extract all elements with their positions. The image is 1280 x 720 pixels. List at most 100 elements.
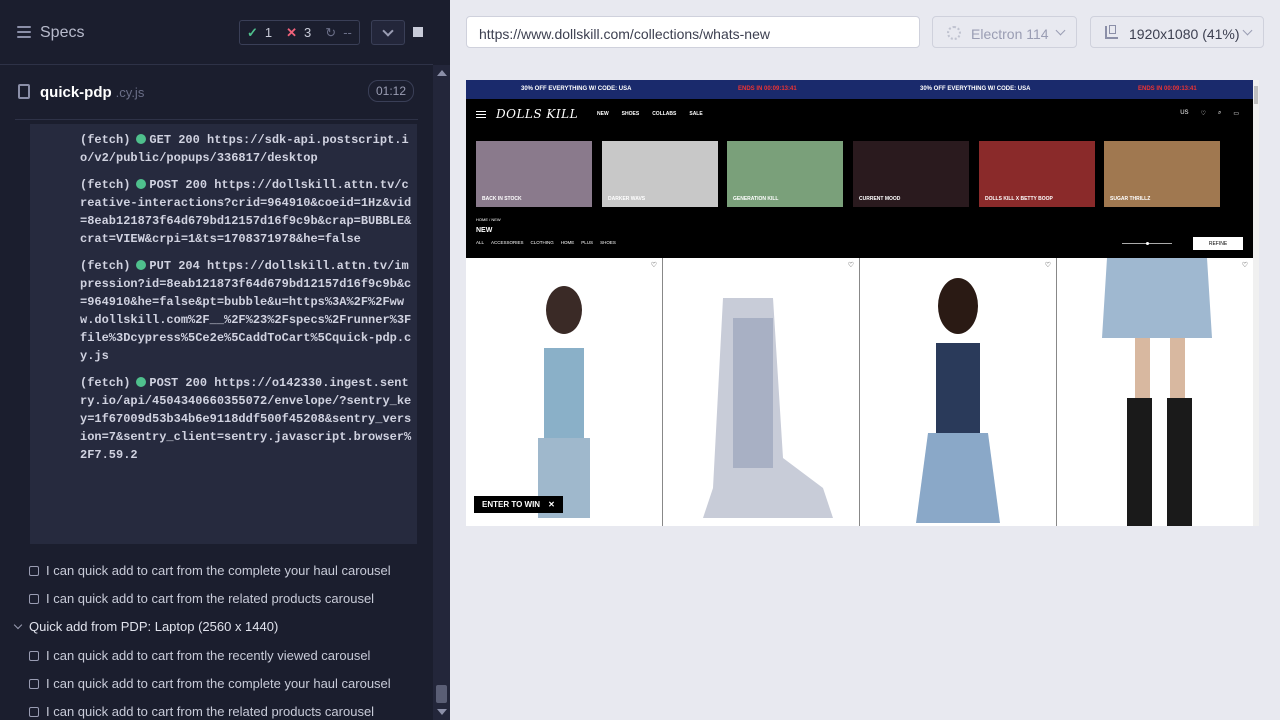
product-card[interactable]: ♡ ENTER TO WIN ✕ [466,258,663,526]
product-card[interactable]: ♡ [663,258,860,526]
category-tile[interactable]: DARKER WAVS [602,141,718,207]
log-entry[interactable]: (fetch) POST 200 https://o142330.ingest.s… [80,374,412,464]
status-dot-icon [136,134,147,144]
scroll-down-icon[interactable] [437,709,447,715]
filter-home[interactable]: HOME [561,240,575,245]
frame-scrollbar[interactable] [1253,80,1259,526]
failed-stat: ✕ 3 [279,25,318,41]
test-item[interactable]: I can quick add to cart from the complet… [29,676,391,691]
aut-panel: https://www.dollskill.com/collections/wh… [450,0,1280,720]
failed-count: 3 [304,25,312,40]
collapse-button[interactable] [371,20,405,45]
viewport-selector[interactable]: 1920x1080 (41%) [1090,16,1264,48]
suite-title: Quick add from PDP: Laptop (2560 x 1440) [29,619,279,634]
nav-links: NEW SHOES COLLABS SALE [597,111,703,117]
specs-header: Specs ✓ 1 ✕ 3 ↻ -- [0,0,433,65]
page-title: NEW [476,227,493,234]
status-dot-icon [136,260,147,270]
product-image [703,298,833,518]
check-icon: ✓ [247,24,258,40]
chevron-down-icon [382,25,394,37]
test-item[interactable]: I can quick add to cart from the recentl… [29,648,370,663]
scroll-up-icon[interactable] [437,70,447,76]
promo-timer: ENDS IN 00:09:13:41 [1138,86,1197,92]
test-label: I can quick add to cart from the related… [46,704,375,719]
x-icon: ✕ [286,24,298,40]
search-icon[interactable]: ⌕ [1218,110,1221,117]
filter-all[interactable]: ALL [476,240,484,245]
refine-button[interactable]: REFINE [1193,237,1243,250]
heart-icon[interactable]: ♡ [1242,261,1248,269]
category-tile[interactable]: GENERATION KILL [727,141,843,207]
promo-text: 30% OFF EVERYTHING W/ CODE: USA [920,86,1031,92]
scroll-thumb[interactable] [436,685,447,703]
test-label: I can quick add to cart from the recentl… [46,648,371,663]
product-card[interactable]: ♡ [1057,258,1253,526]
nav-icons: US ♡ ⌕ ▭ [1180,110,1239,117]
log-entry[interactable]: (fetch) POST 200 https://dollskill.attn.t… [80,176,412,248]
pending-checkbox-icon [29,678,39,689]
nav-link-collabs[interactable]: COLLABS [652,111,676,117]
heart-icon[interactable]: ♡ [1045,261,1051,269]
promo-banner[interactable]: 30% OFF EVERYTHING W/ CODE: USA ENDS IN … [466,80,1253,99]
product-card[interactable]: ♡ [860,258,1057,526]
category-tile[interactable]: BACK IN STOCK [476,141,592,207]
product-grid: ♡ ENTER TO WIN ✕ ♡ ♡ ♡ [466,258,1253,526]
category-tile[interactable]: SUGAR THRILLZ [1104,141,1220,207]
browser-selector[interactable]: Electron 114 [932,16,1077,48]
chevron-down-icon [1242,25,1253,36]
specs-list-icon[interactable] [17,26,31,38]
nav-link-shoes[interactable]: SHOES [622,111,640,117]
pending-checkbox-icon [29,650,39,661]
cart-icon[interactable]: ▭ [1233,110,1239,117]
chevron-down-icon [1055,25,1066,36]
breadcrumb[interactable]: HOME / NEW [476,217,501,222]
nav-link-sale[interactable]: SALE [689,111,702,117]
filter-tabs: ALL ACCESSORIES CLOTHING HOME PLUS SHOES [476,240,616,245]
log-entry[interactable]: (fetch) GET 200 https://sdk-api.postscrip… [80,131,412,167]
enter-to-win-button[interactable]: ENTER TO WIN ✕ [474,496,563,513]
heart-icon[interactable]: ♡ [848,261,854,269]
category-tile[interactable]: DOLLS KILL X BETTY BOOP [979,141,1095,207]
spec-file-header: quick-pdp .cy.js 01:12 [15,76,418,120]
heart-icon[interactable]: ♡ [651,261,657,269]
spec-file-ext: .cy.js [115,85,145,100]
app-under-test-frame: 30% OFF EVERYTHING W/ CODE: USA ENDS IN … [466,80,1259,526]
status-dot-icon [136,179,147,189]
filter-clothing[interactable]: CLOTHING [531,240,554,245]
nav-link-new[interactable]: NEW [597,111,609,117]
site-logo[interactable]: DOLLS KILL [496,107,578,121]
test-stats: ✓ 1 ✕ 3 ↻ -- [239,20,360,45]
pending-count: -- [343,25,352,40]
stop-button[interactable] [401,20,433,45]
grid-size-slider[interactable] [1122,242,1172,245]
suite-header[interactable]: Quick add from PDP: Laptop (2560 x 1440) [13,619,279,634]
url-bar[interactable]: https://www.dollskill.com/collections/wh… [466,16,920,48]
log-entry[interactable]: (fetch) PUT 204 https://dollskill.attn.tv… [80,257,412,365]
viewport-size: 1920x1080 [1129,26,1199,42]
test-item[interactable]: I can quick add to cart from the related… [29,704,374,719]
filter-accessories[interactable]: ACCESSORIES [491,240,524,245]
document-icon [18,84,30,99]
category-section: BACK IN STOCK DARKER WAVS GENERATION KIL… [466,131,1253,258]
locale-selector[interactable]: US [1180,110,1188,117]
close-icon[interactable]: ✕ [548,500,555,509]
specs-title[interactable]: Specs [40,24,84,42]
filter-shoes[interactable]: SHOES [600,240,616,245]
run-duration: 01:12 [367,80,414,102]
product-image [538,286,590,518]
filter-plus[interactable]: PLUS [581,240,593,245]
command-log: (fetch) GET 200 https://sdk-api.postscrip… [30,124,417,544]
test-label: I can quick add to cart from the related… [46,591,375,606]
spec-file-name[interactable]: quick-pdp .cy.js [40,84,144,101]
test-item[interactable]: I can quick add to cart from the related… [29,591,374,606]
menu-icon[interactable] [476,111,486,120]
heart-icon[interactable]: ♡ [1201,110,1206,117]
category-tile[interactable]: CURRENT MOOD [853,141,969,207]
test-item[interactable]: I can quick add to cart from the complet… [29,563,391,578]
pending-checkbox-icon [29,565,39,576]
promo-timer: ENDS IN 00:09:13:41 [738,86,797,92]
promo-text: 30% OFF EVERYTHING W/ CODE: USA [521,86,632,92]
log-scrollbar[interactable] [433,65,450,720]
test-label: I can quick add to cart from the complet… [46,676,391,691]
